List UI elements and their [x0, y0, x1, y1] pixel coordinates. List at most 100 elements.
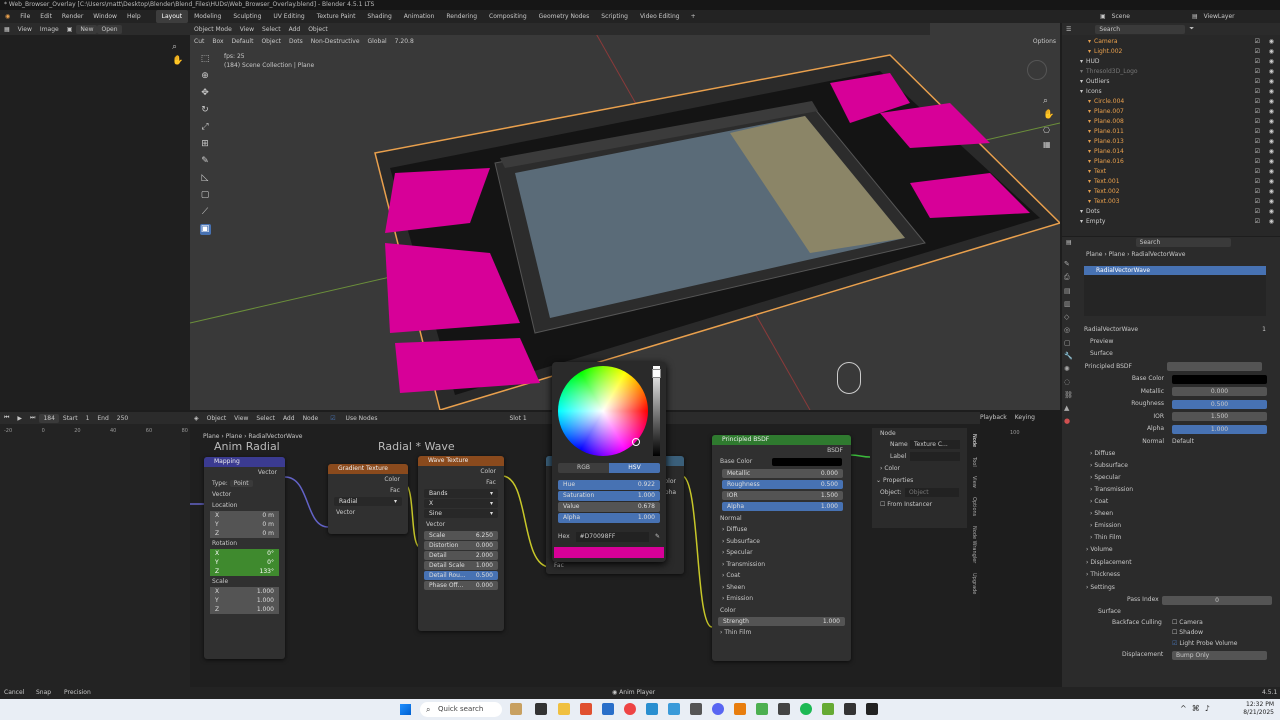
outliner-item[interactable]: ▾ Circle.004 ◉ ☑ [1062, 97, 1280, 107]
include-checkbox[interactable]: ☑ [1255, 167, 1260, 177]
mapping-node-header[interactable]: Mapping [204, 457, 285, 467]
object-tab-icon[interactable]: ▢ [1064, 339, 1074, 347]
wave-type-dropdown[interactable]: Bands ▾ [424, 489, 498, 498]
options-menu[interactable]: Options [1029, 38, 1060, 45]
visibility-eye-icon[interactable]: ◉ [1269, 157, 1274, 167]
outliner-item[interactable]: ▾ Thresold3D_Logo ◉ ☑ [1062, 67, 1280, 77]
chrome-icon[interactable] [624, 703, 636, 715]
visibility-eye-icon[interactable]: ◉ [1269, 187, 1274, 197]
property-section[interactable]: › Volume [1086, 544, 1280, 557]
transform-tool-icon[interactable]: ⊞ [200, 139, 211, 150]
visibility-eye-icon[interactable]: ◉ [1269, 107, 1274, 117]
wave-field[interactable]: Distortion 0.000 [424, 541, 498, 550]
node-color-section[interactable]: › Color [872, 463, 967, 475]
store-icon[interactable] [602, 703, 614, 715]
material-tab-icon[interactable]: ● [1064, 417, 1074, 425]
mapping-loc-field[interactable]: Z 0 m [210, 529, 279, 538]
include-checkbox[interactable]: ☑ [1255, 47, 1260, 57]
tab-compositing[interactable]: Compositing [483, 10, 533, 23]
outliner-item[interactable]: ▾ Plane.008 ◉ ☑ [1062, 117, 1280, 127]
app6-icon[interactable] [866, 703, 878, 715]
tab-geometry-nodes[interactable]: Geometry Nodes [533, 10, 596, 23]
pan-view-icon[interactable]: ✋ [1043, 110, 1054, 120]
outliner-item[interactable]: ▾ Dots ◉ ☑ [1062, 207, 1280, 217]
property-field[interactable]: 0.000 [1172, 387, 1267, 396]
tab-node-wrangler[interactable]: Node Wrangler [971, 522, 977, 567]
color-wheel-cursor[interactable] [632, 438, 640, 446]
include-checkbox[interactable]: ☑ [1255, 207, 1260, 217]
property-subsection[interactable]: › Subsurface [1090, 460, 1280, 472]
outliner-item[interactable]: ▾ Text.003 ◉ ☑ [1062, 197, 1280, 207]
tab-rendering[interactable]: Rendering [440, 10, 483, 23]
timeline[interactable] [0, 412, 190, 687]
gradient-node-header[interactable]: Gradient Texture [328, 464, 408, 474]
bsdf-subpanel[interactable]: › Specular [712, 547, 851, 559]
new-image-button[interactable]: New [76, 24, 98, 34]
visibility-eye-icon[interactable]: ◉ [1269, 207, 1274, 217]
app5-icon[interactable] [844, 703, 856, 715]
non-destructive-toggle[interactable]: Non-Destructive [307, 38, 364, 45]
slot-dropdown[interactable]: Slot 1 [505, 415, 530, 422]
property-subsection[interactable]: › Emission [1090, 520, 1280, 532]
wave-node-header[interactable]: Wave Texture [418, 456, 504, 466]
outliner-item[interactable]: ▾ Plane.011 ◉ ☑ [1062, 127, 1280, 137]
property-subsection[interactable]: › Transmission [1090, 484, 1280, 496]
property-section[interactable]: › Displacement [1086, 557, 1280, 570]
brave-icon[interactable] [580, 703, 592, 715]
value-slider-handle[interactable] [652, 369, 661, 378]
include-checkbox[interactable]: ☑ [1255, 97, 1260, 107]
move-tool-icon[interactable]: ✥ [200, 88, 211, 99]
select-tool-icon[interactable]: ⬚ [200, 54, 211, 65]
tab-uv-editing[interactable]: UV Editing [267, 10, 310, 23]
tab-texture-paint[interactable]: Texture Paint [311, 10, 362, 23]
properties-search[interactable]: Search [1135, 238, 1231, 247]
cursor-tool-icon[interactable]: ⊕ [200, 71, 211, 82]
base-color-swatch[interactable] [772, 458, 842, 466]
play-icon[interactable]: ▶ [13, 415, 26, 422]
mapping-rot-field[interactable]: X 0° [210, 549, 279, 558]
value-slider[interactable] [652, 366, 661, 456]
outliner-type-icon[interactable]: ☰ [1062, 26, 1075, 33]
modifier-tab-icon[interactable]: 🔧 [1064, 352, 1074, 360]
visibility-eye-icon[interactable]: ◉ [1269, 77, 1274, 87]
image-view-menu[interactable]: View [14, 26, 36, 33]
property-section[interactable]: › Thickness [1086, 569, 1280, 582]
zoom-icon[interactable]: ⌕ [172, 42, 177, 52]
start-field[interactable]: 1 [82, 415, 94, 422]
navigation-gizmo[interactable]: ⌕ ✋ ⎔ ▦ [1015, 58, 1055, 158]
constraints-tab-icon[interactable]: ⛓ [1064, 391, 1074, 399]
property-field[interactable]: 0.500 [1172, 399, 1267, 409]
pass-index-field[interactable]: 0 [1162, 595, 1272, 605]
wave-field[interactable]: Detail 2.000 [424, 551, 498, 560]
widget-icon[interactable] [510, 703, 522, 715]
principled-bsdf-node[interactable]: Principled BSDF BSDF Base Color Metallic… [712, 435, 851, 661]
color-picker-field[interactable]: Saturation 1.000 [558, 491, 660, 501]
property-field[interactable] [1172, 374, 1267, 384]
properties-type-icon[interactable]: ▤ [1062, 239, 1076, 246]
node-add-menu[interactable]: Add [279, 415, 299, 422]
particles-tab-icon[interactable]: ✺ [1064, 365, 1074, 373]
bsdf-subpanel[interactable]: › Coat [712, 570, 851, 582]
outliner-item[interactable]: ▾ Outliers ◉ ☑ [1062, 77, 1280, 87]
world-tab-icon[interactable]: ◎ [1064, 326, 1074, 334]
viewlayer-selector[interactable]: ViewLayer [1204, 13, 1235, 20]
clock[interactable]: 12:32 PM 8/21/2025 [1236, 701, 1274, 717]
menu-render[interactable]: Render [57, 10, 88, 23]
tab-scripting[interactable]: Scripting [595, 10, 634, 23]
discord-icon[interactable] [712, 703, 724, 715]
outliner-item[interactable]: ▾ Text ◉ ☑ [1062, 167, 1280, 177]
material-datablock[interactable]: RadialVectorWave 1 [1084, 324, 1266, 336]
bsdf-subpanel[interactable]: › Subsurface [712, 536, 851, 548]
wave-field[interactable]: Detail Scale 1.000 [424, 561, 498, 570]
include-checkbox[interactable]: ☑ [1255, 177, 1260, 187]
output-tab-icon[interactable]: ▤ [1064, 287, 1074, 295]
menu-file[interactable]: File [15, 10, 35, 23]
editor-type-icon[interactable]: ▦ [0, 26, 14, 33]
open-image-button[interactable]: Open [97, 24, 122, 34]
file-explorer-icon[interactable] [558, 703, 570, 715]
zoom-view-icon[interactable]: ⌕ [1043, 96, 1048, 106]
hex-field[interactable]: #D70098FF [575, 532, 649, 542]
shadow-checkbox[interactable]: ☐ Shadow [1172, 628, 1203, 638]
default-dropdown[interactable]: Default [228, 38, 258, 45]
visibility-eye-icon[interactable]: ◉ [1269, 47, 1274, 57]
